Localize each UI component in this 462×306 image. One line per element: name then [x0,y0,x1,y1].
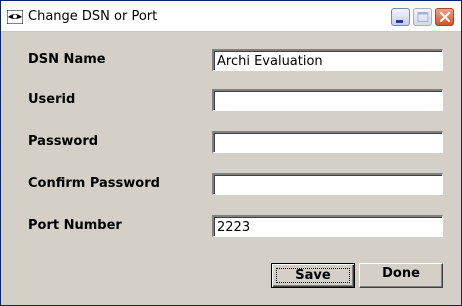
password-input[interactable] [212,131,443,153]
port-number-label: Port Number [28,218,122,233]
done-button[interactable]: Done [359,263,443,288]
close-button[interactable] [435,8,454,26]
dsn-name-label: DSN Name [28,52,106,67]
save-button[interactable]: Save [271,263,355,288]
minimize-button[interactable] [391,8,410,26]
confirm-password-input[interactable] [212,173,443,195]
maximize-button[interactable] [413,8,432,26]
title-bar[interactable]: Change DSN or Port [1,1,461,32]
password-label: Password [28,134,99,149]
window-title: Change DSN or Port [28,9,158,24]
confirm-password-label: Confirm Password [28,176,160,191]
maximize-icon [417,12,429,22]
minimize-icon [396,20,403,23]
userid-input[interactable] [212,89,443,111]
close-icon [440,12,450,22]
save-button-label: Save [276,268,350,283]
userid-label: Userid [28,92,76,107]
dialog-window: Change DSN or Port DSN Name Userid Passw… [0,0,462,306]
port-number-input[interactable] [212,215,443,237]
eye-icon [6,9,24,25]
dsn-name-input[interactable] [212,49,443,71]
